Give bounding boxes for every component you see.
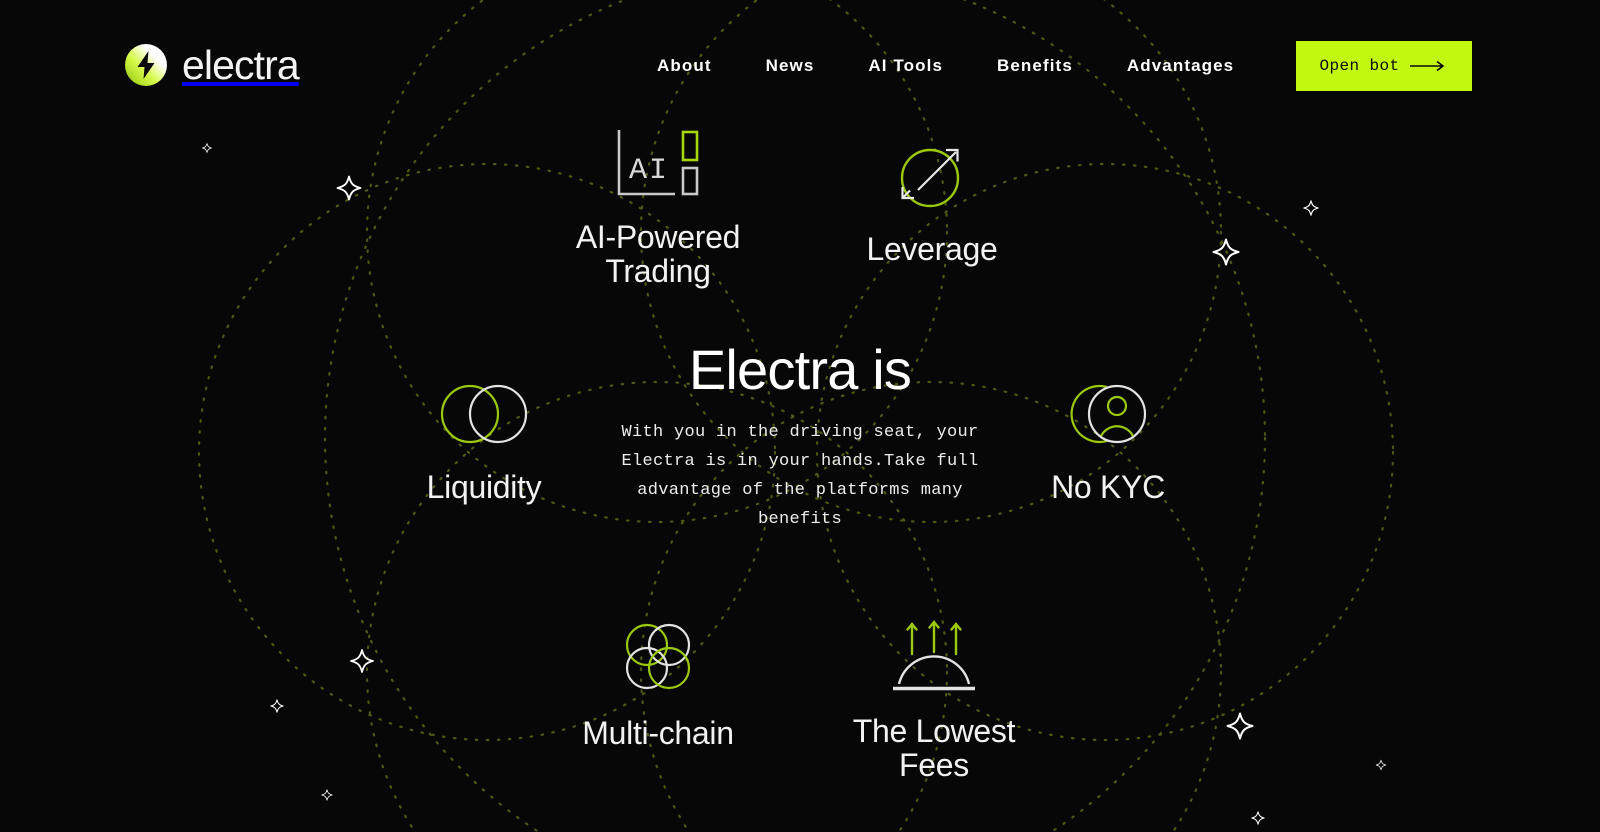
feature-label-lowest-fees: The Lowest Fees xyxy=(852,713,1016,783)
nav-item-benefits[interactable]: Benefits xyxy=(970,52,1100,80)
nav-item-advantages[interactable]: Advantages xyxy=(1100,52,1261,80)
ai-chart-icon: AI xyxy=(617,130,699,196)
feature-leverage[interactable]: Leverage xyxy=(820,140,1044,266)
open-bot-label: Open bot xyxy=(1319,57,1400,75)
sparkle-icon xyxy=(350,649,374,673)
nav-item-ai-tools[interactable]: AI Tools xyxy=(841,52,970,80)
feature-label-leverage: Leverage xyxy=(866,231,998,267)
feature-no-kyc[interactable]: No KYC xyxy=(996,382,1220,504)
open-bot-button[interactable]: Open bot xyxy=(1296,41,1472,91)
sparkle-icon xyxy=(1226,712,1254,740)
feature-label-ai-powered-trading: AI-Powered Trading xyxy=(575,219,741,289)
user-in-circle-icon xyxy=(1070,384,1147,444)
svg-text:AI: AI xyxy=(629,154,669,188)
circle-double-arrow-icon xyxy=(900,148,960,208)
sparkle-icon xyxy=(1251,811,1265,825)
feature-label-no-kyc: No KYC xyxy=(1051,469,1165,505)
nav-item-about[interactable]: About xyxy=(630,52,739,80)
page-description: With you in the driving seat, your Elect… xyxy=(621,423,979,529)
feature-multi-chain[interactable]: Multi-chain xyxy=(546,620,770,750)
sparkle-icon xyxy=(202,143,212,153)
arch-with-up-arrows-icon xyxy=(893,620,975,691)
two-overlapping-circles-icon xyxy=(440,384,528,444)
four-overlapping-circles-icon xyxy=(625,623,691,690)
center-content: Electra is With you in the driving seat,… xyxy=(600,340,1000,534)
bolt-circle-logo-icon xyxy=(125,44,167,86)
sparkle-icon xyxy=(1212,238,1240,266)
sparkle-icon xyxy=(1303,200,1319,216)
nav-item-news[interactable]: News xyxy=(739,52,842,80)
sparkle-icon xyxy=(270,699,284,713)
feature-lowest-fees[interactable]: The Lowest Fees xyxy=(818,620,1050,782)
feature-label-liquidity: Liquidity xyxy=(426,469,542,505)
brand-name: electra xyxy=(182,41,300,88)
feature-liquidity[interactable]: Liquidity xyxy=(372,382,596,504)
long-arrow-right-icon xyxy=(1409,60,1444,72)
sparkle-icon xyxy=(336,175,362,201)
brand-logo[interactable]: electra xyxy=(124,41,300,88)
main-navigation: About News AI Tools Benefits Advantages xyxy=(630,52,1261,80)
sparkle-icon xyxy=(1375,759,1387,771)
feature-ai-powered-trading[interactable]: AI AI-Powered Trading xyxy=(530,128,786,288)
site-header: electra About News AI Tools Benefits Adv… xyxy=(0,0,1600,132)
page-title: Electra is xyxy=(688,338,912,401)
landing-page: electra About News AI Tools Benefits Adv… xyxy=(0,0,1600,832)
feature-label-multi-chain: Multi-chain xyxy=(582,715,734,751)
sparkle-icon xyxy=(321,789,333,801)
